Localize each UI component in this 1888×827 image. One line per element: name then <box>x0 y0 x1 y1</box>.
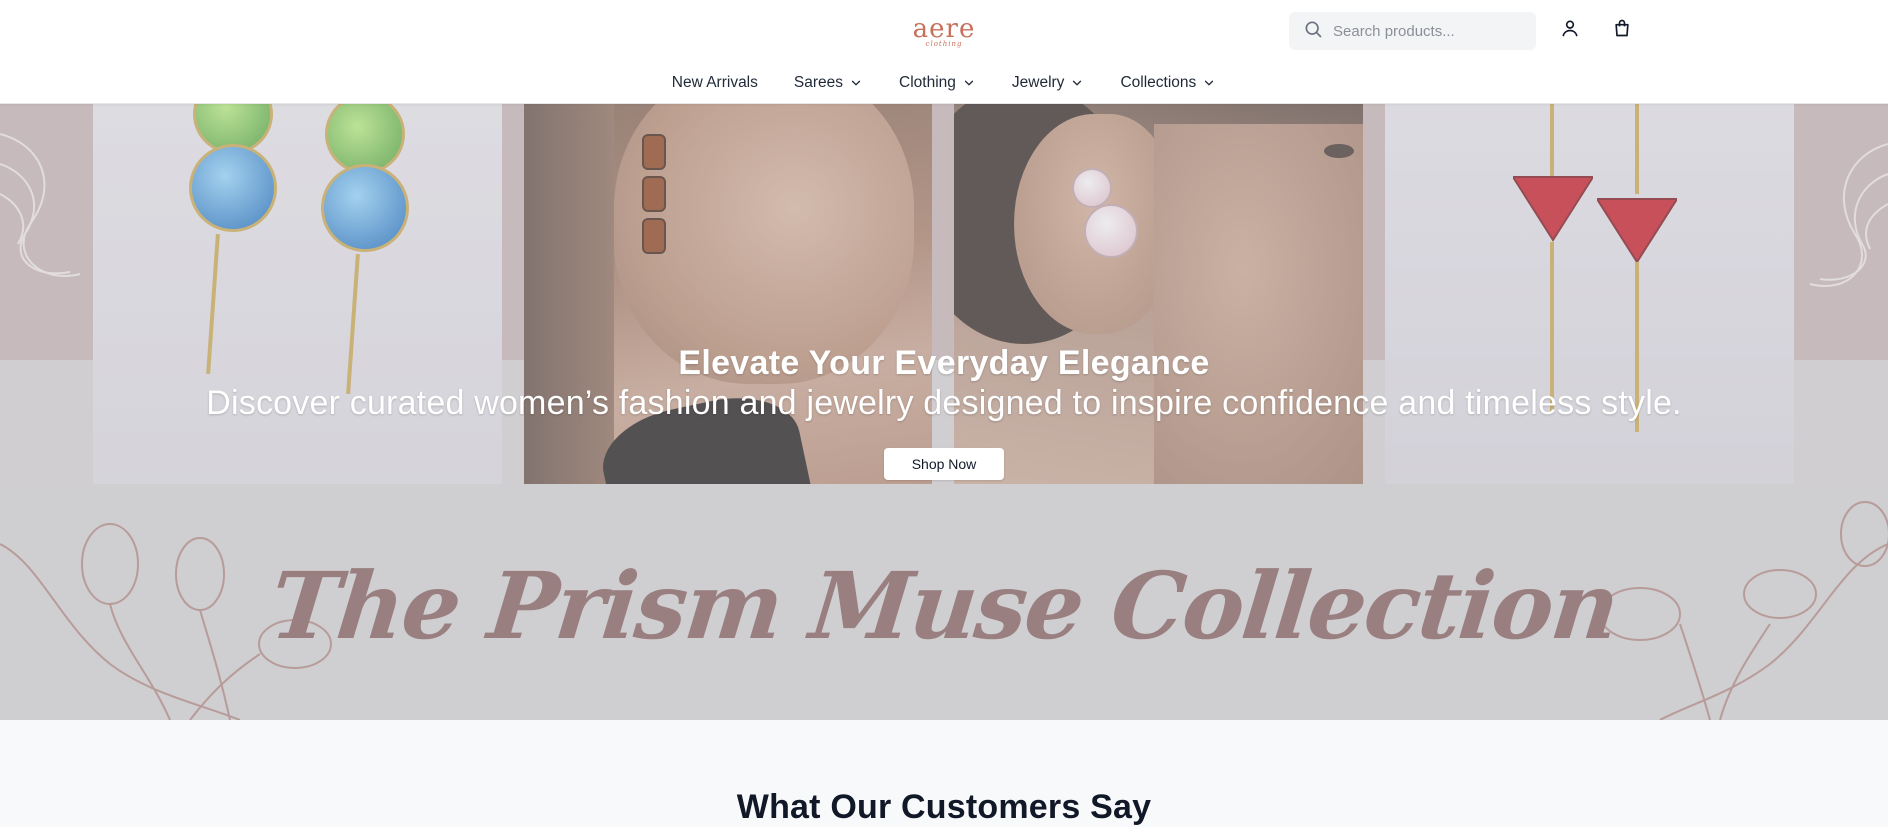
chevron-down-icon <box>1205 80 1214 86</box>
nav-item-collections[interactable]: Collections <box>1120 70 1216 96</box>
shopping-bag-icon <box>1612 18 1632 43</box>
user-icon <box>1560 18 1580 43</box>
search-input[interactable] <box>1333 22 1523 40</box>
nav-label: New Arrivals <box>671 74 758 91</box>
nav-label: Clothing <box>899 74 956 91</box>
chevron-down-icon <box>964 80 974 86</box>
nav-item-clothing[interactable]: Clothing <box>899 70 976 96</box>
nav-item-sarees[interactable]: Sarees <box>794 70 863 96</box>
account-button[interactable] <box>1558 18 1582 42</box>
nav-label: Collections <box>1120 74 1197 91</box>
search-icon <box>1303 19 1323 44</box>
testimonials-heading: What Our Customers Say <box>736 788 1152 826</box>
cart-button[interactable] <box>1610 18 1634 42</box>
nav-item-jewelry[interactable]: Jewelry <box>1012 70 1085 96</box>
nav-label: Jewelry <box>1011 74 1065 91</box>
search-box[interactable] <box>1289 12 1536 50</box>
nav-label: Sarees <box>793 74 844 91</box>
testimonials-section: What Our Customers Say <box>0 720 1888 826</box>
shop-now-button[interactable]: Shop Now <box>884 448 1004 480</box>
chevron-down-icon <box>1073 80 1082 86</box>
main-nav: New Arrivals Sarees Clothing Jewelry Col… <box>0 70 1888 96</box>
hero-title: Elevate Your Everyday Elegance <box>678 344 1210 382</box>
chevron-down-icon <box>851 80 861 86</box>
brand-logo[interactable]: aere clothing <box>912 16 976 50</box>
nav-item-new-arrivals[interactable]: New Arrivals <box>672 70 758 96</box>
hero-banner: Elevate Your Everyday Elegance Discover … <box>0 104 1888 720</box>
logo-word: aere <box>912 14 976 44</box>
collection-title: The Prism Muse Collection <box>265 552 1623 660</box>
hero-subtitle: Discover curated women’s fashion and jew… <box>206 384 1682 422</box>
site-header: aere clothing New Arrivals Sarees Clothi… <box>0 0 1888 104</box>
